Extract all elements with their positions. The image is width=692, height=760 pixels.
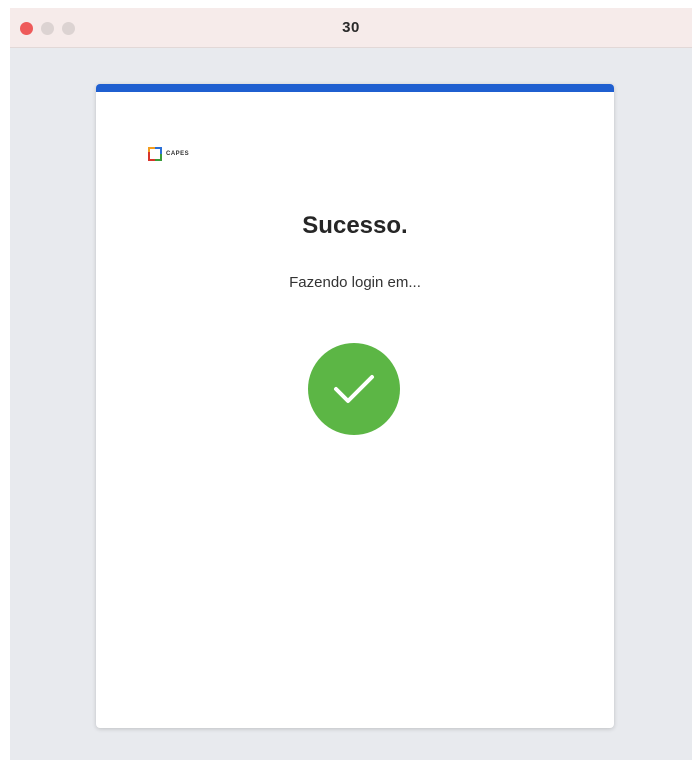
window-title: 30: [342, 19, 360, 36]
capes-logo: CAPES: [148, 147, 189, 161]
checkmark-icon: [308, 343, 400, 435]
card-accent-bar: [96, 84, 614, 92]
login-card: CAPES Sucesso. Fazendo login em...: [96, 84, 614, 728]
capes-logo-icon: [148, 147, 162, 161]
success-heading: Sucesso.: [302, 212, 408, 239]
app-window: 30 CAPES Sucesso. Fazendo login em...: [10, 8, 692, 760]
logo-text: CAPES: [166, 151, 190, 157]
login-status-message: Fazendo login em...: [289, 274, 421, 291]
title-bar: 30: [10, 8, 692, 48]
